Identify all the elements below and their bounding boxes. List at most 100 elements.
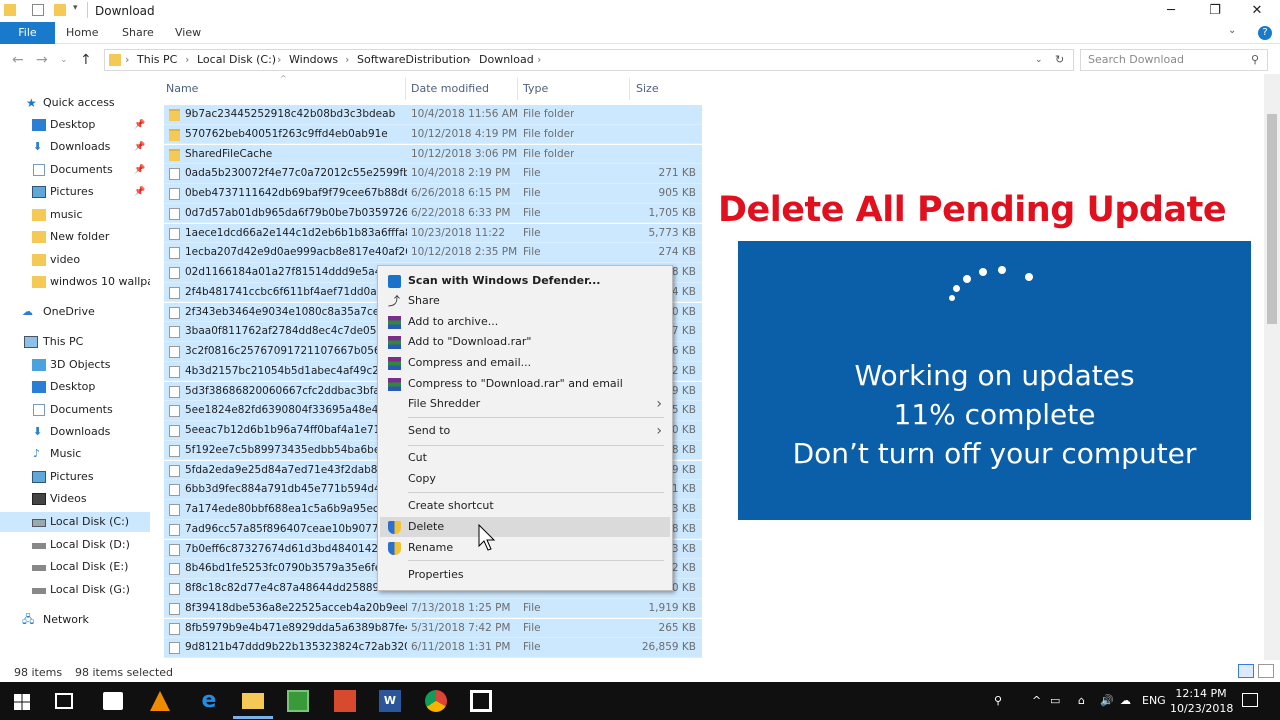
address-dropdown-icon[interactable]: ⌄	[1035, 55, 1043, 65]
show-hidden-icons-icon[interactable]: ^	[1032, 694, 1041, 707]
nav-pc-videos[interactable]: Videos	[0, 489, 150, 509]
nav-onedrive[interactable]: ☁ OneDrive	[0, 302, 150, 322]
clock[interactable]: 12:14 PM 10/23/2018	[1170, 686, 1233, 716]
language-indicator[interactable]: ENG	[1142, 694, 1166, 707]
nav-local-disk-e[interactable]: Local Disk (E:)	[0, 557, 150, 577]
file-row[interactable]: SharedFileCache 10/12/2018 3:06 PM File fo…	[164, 144, 702, 165]
pin-icon[interactable]: 📌	[134, 115, 145, 135]
vertical-scrollbar[interactable]	[1264, 74, 1280, 660]
nav-wallpaper-folder[interactable]: windwos 10 wallpap	[0, 272, 150, 292]
nav-local-disk-d[interactable]: Local Disk (D:)	[0, 535, 150, 555]
breadcrumb-download[interactable]: Download	[479, 53, 534, 66]
nav-desktop[interactable]: Desktop 📌	[0, 115, 150, 135]
tab-view[interactable]: View	[175, 22, 201, 44]
quick-access-dropdown-icon[interactable]: ▾	[73, 3, 78, 13]
onedrive-tray-icon[interactable]: ☁	[1120, 694, 1131, 707]
menu-item-copy[interactable]: Copy	[380, 469, 670, 489]
file-row[interactable]: 0ada5b230072f4e77c0a72012c55e2599fb1... 1…	[164, 164, 702, 184]
nav-network[interactable]: 🖧 Network	[0, 610, 150, 630]
action-center-icon[interactable]	[1242, 693, 1258, 707]
column-header-date[interactable]: Date modified	[411, 82, 489, 96]
menu-item-add-archive[interactable]: Add to archive...	[380, 312, 670, 332]
pin-icon[interactable]: 📌	[134, 182, 145, 202]
breadcrumb-windows[interactable]: Windows	[289, 53, 338, 66]
nav-new-folder[interactable]: New folder	[0, 227, 150, 247]
menu-item-compress-rar-email[interactable]: Compress to "Download.rar" and email	[380, 374, 670, 394]
breadcrumb-this-pc[interactable]: This PC	[137, 53, 177, 66]
column-divider[interactable]	[517, 78, 518, 100]
network-tray-icon[interactable]: ⌂	[1078, 694, 1085, 707]
nav-local-disk-c[interactable]: Local Disk (C:)	[0, 512, 150, 532]
menu-item-rename[interactable]: Rename	[380, 538, 670, 558]
menu-item-delete[interactable]: Delete	[380, 517, 670, 537]
file-row[interactable]: 9d8121b47ddd9b22b135323824c72ab320... 6/1…	[164, 638, 702, 658]
forward-arrow-icon[interactable]: →	[36, 52, 48, 68]
details-view-icon[interactable]	[1238, 664, 1254, 678]
tab-file[interactable]: File	[0, 22, 55, 44]
nav-pictures[interactable]: Pictures 📌	[0, 182, 150, 202]
menu-item-scan-defender[interactable]: Scan with Windows Defender...	[380, 271, 670, 291]
nav-pc-downloads[interactable]: ⬇ Downloads	[0, 422, 150, 442]
column-divider[interactable]	[629, 78, 630, 100]
up-arrow-icon[interactable]: ↑	[80, 52, 92, 68]
help-icon[interactable]: ?	[1258, 26, 1272, 40]
new-folder-icon[interactable]	[54, 4, 66, 16]
task-view-icon[interactable]	[55, 693, 73, 709]
start-button-icon[interactable]	[14, 694, 30, 710]
nav-pc-documents[interactable]: Documents	[0, 400, 150, 420]
menu-item-create-shortcut[interactable]: Create shortcut	[380, 496, 670, 516]
nav-video-folder[interactable]: video	[0, 250, 150, 270]
menu-item-send-to[interactable]: Send to ›	[380, 421, 670, 441]
minimize-button[interactable]: ─	[1148, 0, 1194, 22]
maximize-button[interactable]: ❐	[1192, 0, 1238, 22]
column-header-name[interactable]: Name	[166, 82, 198, 96]
menu-item-file-shredder[interactable]: File Shredder ›	[380, 394, 670, 414]
column-divider[interactable]	[405, 78, 406, 100]
recent-locations-icon[interactable]: ⌄	[60, 55, 68, 65]
people-icon[interactable]: ⚲	[994, 694, 1002, 707]
volume-icon[interactable]: 🔊	[1100, 694, 1114, 707]
search-input[interactable]: Search Download ⚲	[1080, 49, 1268, 71]
chrome-icon[interactable]	[425, 690, 447, 712]
nav-pc-pictures[interactable]: Pictures	[0, 467, 150, 487]
nav-quick-access[interactable]: ★ Quick access	[0, 93, 150, 113]
app-icon[interactable]	[334, 690, 356, 712]
menu-item-cut[interactable]: Cut	[380, 448, 670, 468]
expand-ribbon-icon[interactable]: ⌄	[1228, 25, 1236, 36]
file-row[interactable]: 8fb5979b9e4b471e8929dda5a6389b87fe4... 5/…	[164, 618, 702, 639]
menu-item-properties[interactable]: Properties	[380, 565, 670, 585]
pin-icon[interactable]: 📌	[134, 137, 145, 157]
large-icons-view-icon[interactable]	[1258, 664, 1274, 678]
close-button[interactable]: ✕	[1234, 0, 1280, 22]
column-header-size[interactable]: Size	[636, 82, 659, 96]
file-row[interactable]: 1ecba207d42e9d0ae999acb8e817e40af26... 10…	[164, 243, 702, 263]
nav-3d-objects[interactable]: 3D Objects	[0, 355, 150, 375]
menu-item-add-download-rar[interactable]: Add to "Download.rar"	[380, 332, 670, 352]
file-row[interactable]: 570762beb40051f263c9ffd4eb0ab91e 10/12/20…	[164, 124, 702, 145]
tab-home[interactable]: Home	[66, 22, 98, 44]
pin-icon[interactable]: 📌	[134, 160, 145, 180]
nav-this-pc[interactable]: This PC	[0, 332, 150, 352]
scrollbar-thumb[interactable]	[1267, 114, 1277, 324]
refresh-icon[interactable]: ↻	[1055, 53, 1064, 66]
file-row[interactable]: 0beb4737111642db69baf9f79cee67b88d6... 6/…	[164, 184, 702, 204]
properties-icon[interactable]	[32, 4, 44, 16]
column-header-type[interactable]: Type	[523, 82, 548, 96]
nav-local-disk-g[interactable]: Local Disk (G:)	[0, 580, 150, 600]
file-row[interactable]: 1aece1dcd66a2e144c1d2eb6b1b83a6fffa8... 1…	[164, 223, 702, 244]
nav-pc-desktop[interactable]: Desktop	[0, 377, 150, 397]
menu-item-compress-email[interactable]: Compress and email...	[380, 353, 670, 373]
menu-item-share[interactable]: ⤴ Share	[380, 291, 670, 311]
nav-documents[interactable]: Documents 📌	[0, 160, 150, 180]
file-explorer-icon[interactable]	[242, 693, 264, 709]
word-icon[interactable]: W	[379, 690, 401, 712]
breadcrumb-local-disk[interactable]: Local Disk (C:)	[197, 53, 276, 66]
address-bar[interactable]: › This PC › Local Disk (C:) › Windows › …	[104, 49, 1074, 71]
file-row[interactable]: 0d7d57ab01db965da6f79b0be7b0359726c... 6/…	[164, 203, 702, 224]
camtasia-icon[interactable]	[287, 690, 309, 712]
file-row[interactable]: 8f39418dbe536a8e22525acceb4a20b9eeb... 7/…	[164, 598, 702, 619]
breadcrumb-softwaredistribution[interactable]: SoftwareDistribution	[357, 53, 470, 66]
tab-share[interactable]: Share	[122, 22, 154, 44]
nav-downloads[interactable]: ⬇ Downloads 📌	[0, 137, 150, 157]
back-arrow-icon[interactable]: ←	[12, 52, 24, 68]
